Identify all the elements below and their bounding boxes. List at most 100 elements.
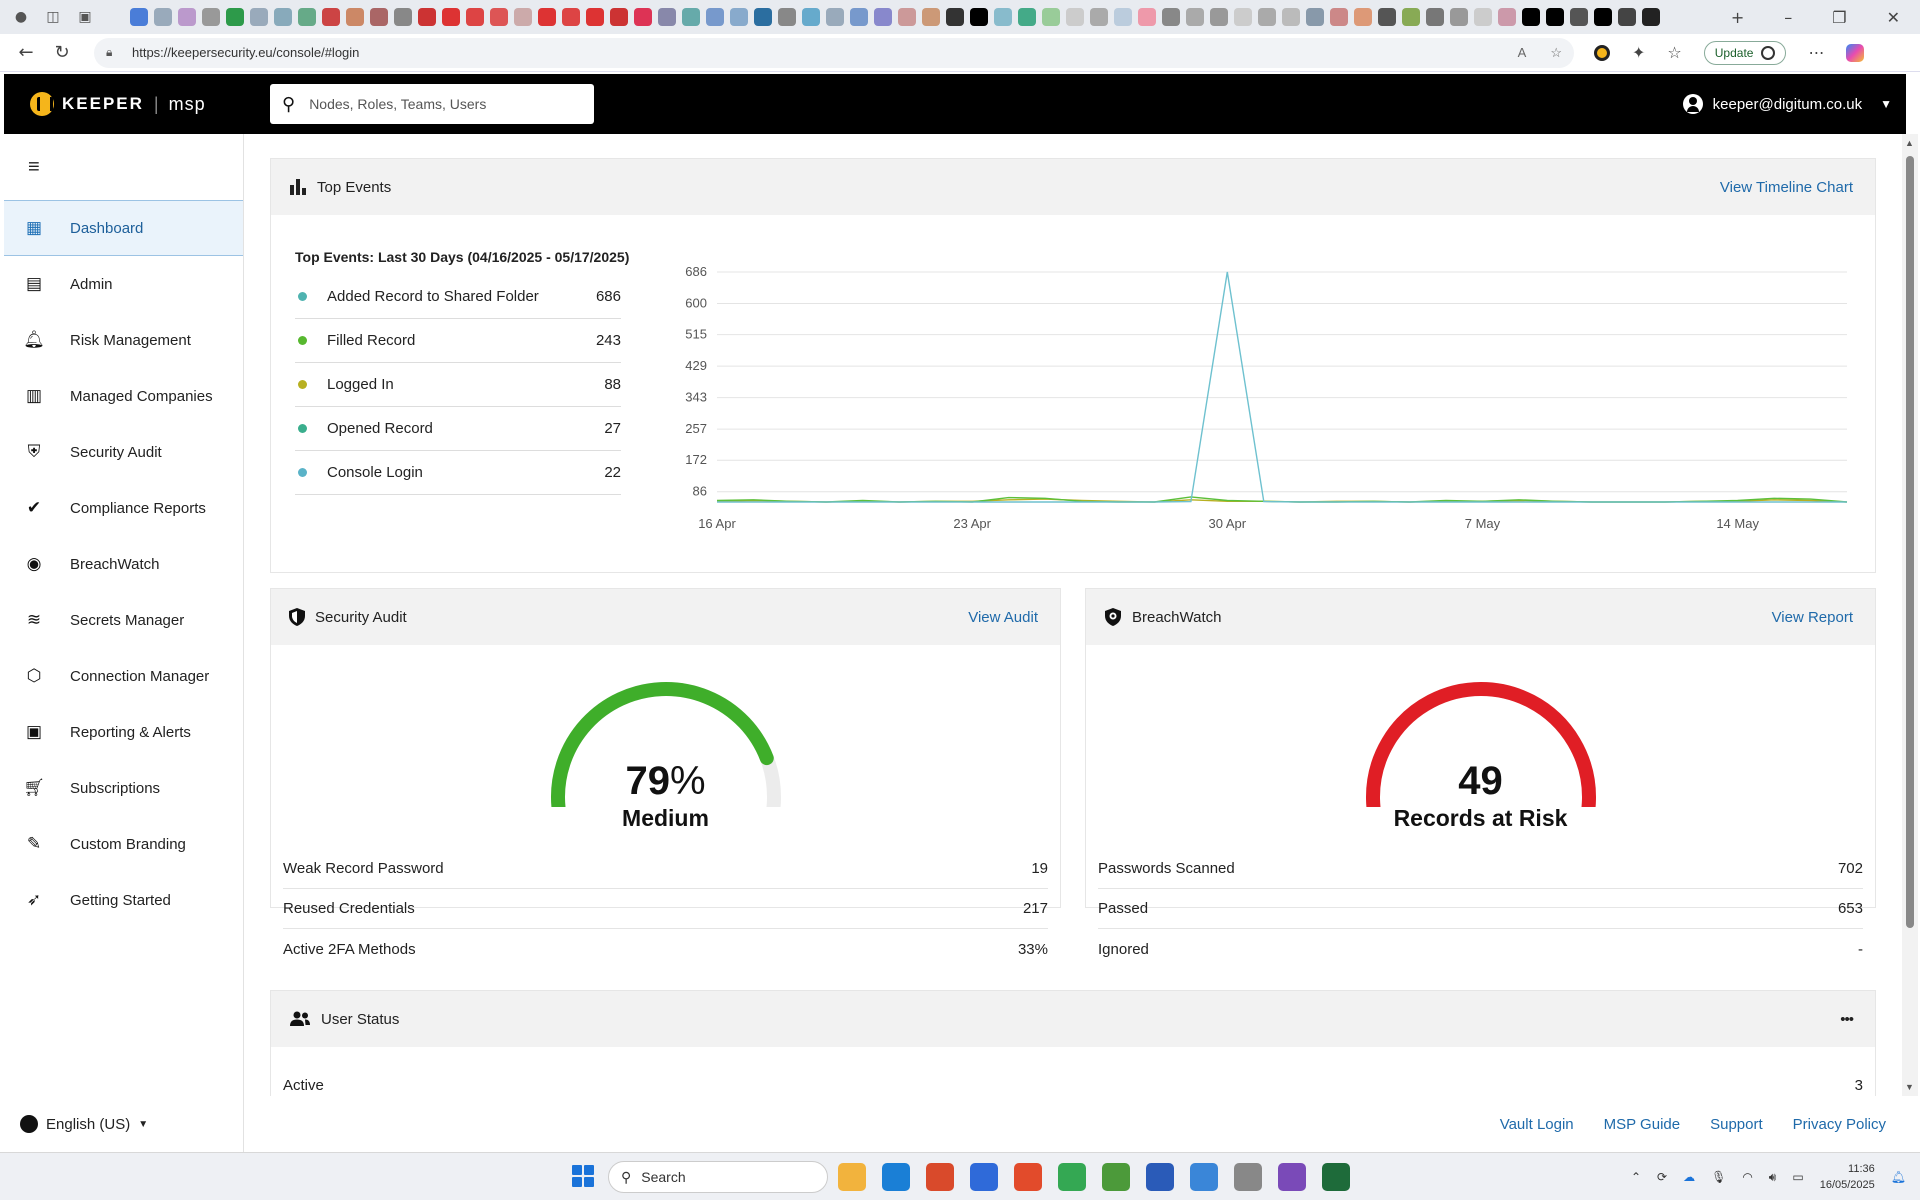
sync-icon[interactable]: ⟳ bbox=[1657, 1170, 1667, 1184]
taskbar-app-icon[interactable] bbox=[1058, 1163, 1086, 1191]
battery-icon[interactable]: ▭ bbox=[1792, 1170, 1803, 1184]
taskbar-app-icon[interactable] bbox=[1102, 1163, 1130, 1191]
sidebar-item-subscriptions[interactable]: 🛒︎ Subscriptions bbox=[4, 760, 243, 816]
browser-tab-favicon-icon[interactable] bbox=[1042, 8, 1060, 26]
browser-tab-favicon-icon[interactable] bbox=[1138, 8, 1156, 26]
browser-tab-favicon-icon[interactable] bbox=[1570, 8, 1588, 26]
taskbar-app-icon[interactable] bbox=[838, 1163, 866, 1191]
scroll-down-icon[interactable]: ▼ bbox=[1905, 1082, 1914, 1092]
legend-item[interactable]: Logged In 88 bbox=[295, 363, 621, 407]
taskbar-app-icon[interactable] bbox=[1014, 1163, 1042, 1191]
browser-tab-favicon-icon[interactable] bbox=[1402, 8, 1420, 26]
browser-tab-favicon-icon[interactable] bbox=[634, 8, 652, 26]
browser-tab-favicon-icon[interactable] bbox=[562, 8, 580, 26]
restore-icon[interactable]: ❐ bbox=[1832, 8, 1846, 27]
sidebar-item-admin[interactable]: ▤ Admin bbox=[4, 256, 243, 312]
browser-tab-favicon-icon[interactable] bbox=[1522, 8, 1540, 26]
tray-chevron-icon[interactable]: ⌃ bbox=[1631, 1170, 1641, 1184]
browser-tab-favicon-icon[interactable] bbox=[754, 8, 772, 26]
browser-tab-favicon-icon[interactable] bbox=[1090, 8, 1108, 26]
windows-start-icon[interactable] bbox=[572, 1165, 594, 1187]
browser-tab-favicon-icon[interactable] bbox=[442, 8, 460, 26]
onedrive-icon[interactable]: ☁ bbox=[1683, 1170, 1695, 1184]
taskbar-clock[interactable]: 11:36 16/05/2025 bbox=[1820, 1161, 1875, 1193]
taskbar-app-icon[interactable] bbox=[1190, 1163, 1218, 1191]
browser-tab-favicon-icon[interactable] bbox=[946, 8, 964, 26]
footer-link-msp-guide[interactable]: MSP Guide bbox=[1604, 1116, 1680, 1133]
taskbar-app-icon[interactable] bbox=[1234, 1163, 1262, 1191]
sidebar-item-secrets-manager[interactable]: ≋ Secrets Manager bbox=[4, 592, 243, 648]
sidebar-item-breachwatch[interactable]: ◉ BreachWatch bbox=[4, 536, 243, 592]
browser-tab-favicon-icon[interactable] bbox=[1282, 8, 1300, 26]
browser-tab-favicon-icon[interactable] bbox=[346, 8, 364, 26]
keeper-extension-icon[interactable] bbox=[1594, 44, 1610, 61]
footer-link-privacy-policy[interactable]: Privacy Policy bbox=[1793, 1116, 1886, 1133]
browser-tab-favicon-icon[interactable] bbox=[250, 8, 268, 26]
minimize-icon[interactable]: – bbox=[1784, 8, 1792, 27]
browser-tab-favicon-icon[interactable] bbox=[1066, 8, 1084, 26]
footer-link-support[interactable]: Support bbox=[1710, 1116, 1763, 1133]
taskbar-app-icon[interactable] bbox=[1322, 1163, 1350, 1191]
browser-tab-favicon-icon[interactable] bbox=[1378, 8, 1396, 26]
browser-tab-favicon-icon[interactable] bbox=[682, 8, 700, 26]
url-field[interactable]: 🔒︎ https://keepersecurity.eu/console/#lo… bbox=[94, 37, 1574, 68]
sidebar-item-custom-branding[interactable]: ✎ Custom Branding bbox=[4, 816, 243, 872]
main-scrollbar[interactable]: ▲ ▼ bbox=[1902, 134, 1918, 1096]
sidebar-item-connection-manager[interactable]: ⬡ Connection Manager bbox=[4, 648, 243, 704]
browser-tab-favicon-icon[interactable] bbox=[1642, 8, 1660, 26]
browser-tab-favicon-icon[interactable] bbox=[1210, 8, 1228, 26]
browser-tab-favicon-icon[interactable] bbox=[1354, 8, 1372, 26]
taskbar-app-icon[interactable] bbox=[1278, 1163, 1306, 1191]
browser-tab-favicon-icon[interactable] bbox=[850, 8, 868, 26]
copilot-icon[interactable] bbox=[1846, 43, 1865, 62]
notification-bell-icon[interactable]: 🔔︎ bbox=[1891, 1170, 1906, 1184]
browser-tab-favicon-icon[interactable] bbox=[370, 8, 388, 26]
browser-tab-favicon-icon[interactable] bbox=[538, 8, 556, 26]
sidebar-item-getting-started[interactable]: ➶ Getting Started bbox=[4, 872, 243, 928]
favorites-icon[interactable]: ☆ bbox=[1667, 43, 1681, 62]
footer-link-vault-login[interactable]: Vault Login bbox=[1500, 1116, 1574, 1133]
sidebar-item-compliance-reports[interactable]: ✔ Compliance Reports bbox=[4, 480, 243, 536]
browser-tab-favicon-icon[interactable] bbox=[1546, 8, 1564, 26]
volume-icon[interactable]: 🔊︎ bbox=[1769, 1170, 1777, 1185]
sidebar-item-security-audit[interactable]: ⛨ Security Audit bbox=[4, 424, 243, 480]
browser-tab-favicon-icon[interactable] bbox=[514, 8, 532, 26]
browser-tab-favicon-icon[interactable] bbox=[274, 8, 292, 26]
taskbar-search[interactable]: ⚲ Search bbox=[608, 1161, 828, 1193]
tab-actions-icon[interactable]: ▣ bbox=[76, 8, 94, 26]
browser-tab-favicon-icon[interactable] bbox=[778, 8, 796, 26]
sidebar-item-reporting-and-alerts[interactable]: ▣ Reporting & Alerts bbox=[4, 704, 243, 760]
legend-item[interactable]: Console Login 22 bbox=[295, 451, 621, 495]
scroll-up-icon[interactable]: ▲ bbox=[1905, 138, 1914, 148]
browser-tab-favicon-icon[interactable] bbox=[322, 8, 340, 26]
view-audit-link[interactable]: View Audit bbox=[968, 609, 1038, 626]
reload-icon[interactable]: ↻ bbox=[44, 42, 80, 63]
sidebar-item-dashboard[interactable]: ▦ Dashboard bbox=[4, 200, 243, 256]
legend-item[interactable]: Added Record to Shared Folder 686 bbox=[295, 275, 621, 319]
browser-tab-favicon-icon[interactable] bbox=[226, 8, 244, 26]
hamburger-menu-icon[interactable]: ≡ bbox=[4, 134, 243, 200]
browser-tab-favicon-icon[interactable] bbox=[490, 8, 508, 26]
wifi-icon[interactable]: ◠ bbox=[1742, 1170, 1752, 1184]
close-window-icon[interactable]: ✕ bbox=[1887, 8, 1900, 27]
browser-tab-favicon-icon[interactable] bbox=[706, 8, 724, 26]
browser-tab-favicon-icon[interactable] bbox=[154, 8, 172, 26]
browser-tab-favicon-icon[interactable] bbox=[1306, 8, 1324, 26]
browser-tab-favicon-icon[interactable] bbox=[922, 8, 940, 26]
taskbar-app-icon[interactable] bbox=[926, 1163, 954, 1191]
browser-tab-favicon-icon[interactable] bbox=[1114, 8, 1132, 26]
legend-item[interactable]: Opened Record 27 bbox=[295, 407, 621, 451]
new-tab-icon[interactable]: + bbox=[1731, 8, 1744, 27]
taskbar-app-icon[interactable] bbox=[882, 1163, 910, 1191]
browser-tab-favicon-icon[interactable] bbox=[994, 8, 1012, 26]
browser-tab-favicon-icon[interactable] bbox=[1474, 8, 1492, 26]
browser-tab-favicon-icon[interactable] bbox=[394, 8, 412, 26]
browser-tab-favicon-icon[interactable] bbox=[298, 8, 316, 26]
more-menu-icon[interactable]: ⋯ bbox=[1808, 43, 1824, 62]
browser-tab-favicon-icon[interactable] bbox=[202, 8, 220, 26]
favorite-star-icon[interactable]: ☆ bbox=[1550, 45, 1562, 61]
taskbar-app-icon[interactable] bbox=[970, 1163, 998, 1191]
search-input[interactable] bbox=[309, 96, 570, 112]
user-menu[interactable]: keeper@digitum.co.uk ▼ bbox=[1682, 74, 1892, 134]
browser-tab-favicon-icon[interactable] bbox=[1450, 8, 1468, 26]
